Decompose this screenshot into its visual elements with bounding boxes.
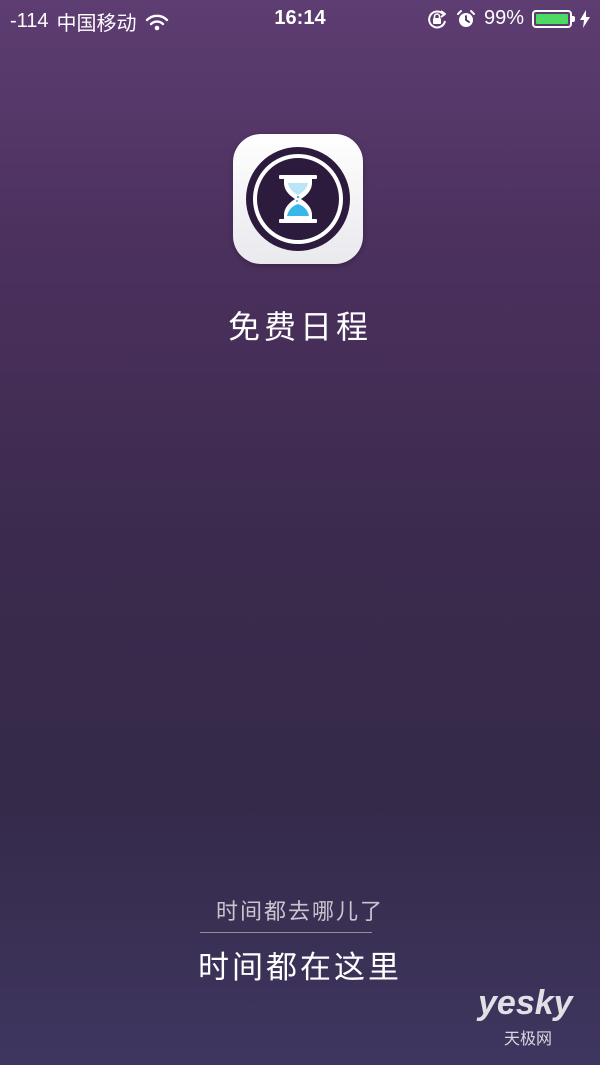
watermark-subtitle: 天极网 [504, 1029, 552, 1048]
rotation-lock-icon [426, 9, 448, 29]
hourglass-icon [246, 147, 350, 251]
tagline-question: 时间都去哪儿了 [215, 900, 384, 925]
battery-fill [536, 13, 568, 24]
battery-icon [532, 9, 575, 28]
tagline-divider [200, 932, 372, 933]
battery-percentage: 99% [483, 7, 524, 29]
status-bar-right: 99% [426, 7, 590, 30]
status-bar: -114 中国移动 16:14 99% [0, 0, 600, 38]
yesky-watermark: yesky 天极网 [474, 974, 594, 1054]
watermark-brand: yesky [476, 984, 575, 1022]
alarm-icon [456, 9, 476, 29]
app-name: 免费日程 [227, 308, 372, 346]
app-icon [233, 134, 363, 264]
charging-icon [580, 9, 590, 28]
